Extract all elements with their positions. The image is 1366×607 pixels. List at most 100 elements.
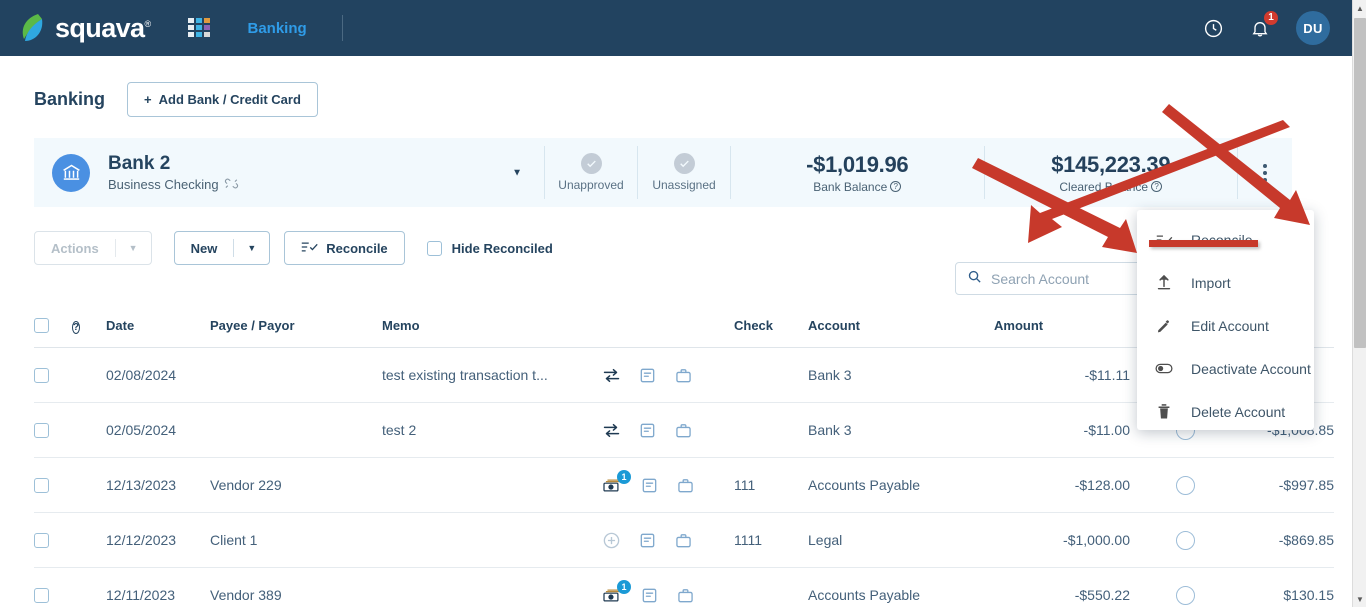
- column-header-payee[interactable]: Payee / Payor: [210, 318, 382, 348]
- row-balance: -$869.85: [1222, 513, 1334, 568]
- note-icon[interactable]: [638, 532, 657, 549]
- table-row[interactable]: 12/13/2023Vendor 2291111Accounts Payable…: [34, 458, 1334, 513]
- cleared-balance-label-row: Cleared Balance ?: [1059, 180, 1162, 194]
- column-header-icons: [602, 318, 734, 348]
- page-scrollbar[interactable]: ▲ ▼: [1352, 0, 1366, 607]
- account-name: Bank 2: [108, 152, 239, 176]
- brand-logo[interactable]: squava®: [18, 12, 151, 44]
- menu-item-edit-account[interactable]: Edit Account: [1137, 304, 1314, 347]
- row-checkbox[interactable]: [34, 588, 49, 603]
- question-icon[interactable]: ?: [72, 321, 80, 334]
- row-payee: Vendor 229: [210, 458, 382, 513]
- stat-unassigned[interactable]: Unassigned: [638, 138, 730, 207]
- row-check-number: [734, 568, 808, 607]
- row-select-cell[interactable]: [34, 458, 72, 513]
- briefcase-icon[interactable]: [674, 532, 693, 549]
- table-row[interactable]: 12/12/2023Client 11111Legal-$1,000.00-$8…: [34, 513, 1334, 568]
- plus-circle-icon[interactable]: [602, 531, 621, 550]
- row-select-cell[interactable]: [34, 513, 72, 568]
- menu-item-deactivate-account[interactable]: Deactivate Account: [1137, 347, 1314, 390]
- column-header-date[interactable]: Date: [106, 318, 210, 348]
- row-memo: [382, 458, 602, 513]
- icon-count-badge: 1: [617, 470, 631, 484]
- stat-unapproved-label: Unapproved: [558, 178, 623, 192]
- briefcase-icon[interactable]: [674, 422, 693, 439]
- plus-icon: +: [144, 92, 152, 107]
- briefcase-icon[interactable]: [676, 587, 695, 604]
- note-icon[interactable]: [640, 477, 659, 494]
- reconcile-label: Reconcile: [326, 241, 387, 256]
- money-icon[interactable]: 1: [602, 477, 623, 494]
- column-header-check[interactable]: Check: [734, 318, 808, 348]
- note-icon[interactable]: [640, 587, 659, 604]
- reconcile-toggle-circle[interactable]: [1176, 531, 1195, 550]
- stat-unassigned-label: Unassigned: [652, 178, 715, 192]
- new-button[interactable]: New ▼: [174, 231, 271, 265]
- row-icons-cell: [602, 513, 734, 568]
- brand-name: squava®: [55, 13, 151, 44]
- row-reconcile-cell[interactable]: [1148, 513, 1222, 568]
- row-checkbox[interactable]: [34, 423, 49, 438]
- apps-grid-icon[interactable]: [188, 18, 210, 38]
- note-icon[interactable]: [638, 422, 657, 439]
- scroll-up-arrow-icon[interactable]: ▲: [1353, 0, 1366, 16]
- hide-reconciled-checkbox[interactable]: Hide Reconciled: [427, 241, 553, 256]
- add-bank-credit-card-button[interactable]: + Add Bank / Credit Card: [127, 82, 318, 117]
- chevron-down-icon[interactable]: ▼: [234, 232, 269, 264]
- actions-button[interactable]: Actions ▼: [34, 231, 152, 265]
- transfer-icon[interactable]: [602, 367, 621, 384]
- broken-link-icon: [224, 177, 239, 193]
- row-reconcile-cell[interactable]: [1148, 458, 1222, 513]
- question-icon[interactable]: ?: [1151, 181, 1162, 192]
- clock-icon[interactable]: [1203, 18, 1224, 39]
- row-checkbox[interactable]: [34, 533, 49, 548]
- briefcase-icon[interactable]: [676, 477, 695, 494]
- row-date: 12/12/2023: [106, 513, 210, 568]
- stat-unapproved[interactable]: Unapproved: [545, 138, 637, 207]
- account-chevron-down-icon[interactable]: ▼: [512, 167, 522, 178]
- question-icon[interactable]: ?: [890, 181, 901, 192]
- row-select-cell[interactable]: [34, 568, 72, 607]
- checkbox-box[interactable]: [427, 241, 442, 256]
- row-checkbox[interactable]: [34, 368, 49, 383]
- row-memo: [382, 568, 602, 607]
- scroll-down-arrow-icon[interactable]: ▼: [1353, 591, 1366, 607]
- reconcile-toggle-circle[interactable]: [1176, 476, 1195, 495]
- row-select-cell[interactable]: [34, 403, 72, 458]
- select-all-header[interactable]: [34, 318, 72, 348]
- menu-item-label: Deactivate Account: [1191, 361, 1311, 377]
- menu-item-delete-account[interactable]: Delete Account: [1137, 390, 1314, 433]
- row-select-cell[interactable]: [34, 348, 72, 403]
- account-names: Bank 2 Business Checking: [108, 152, 239, 193]
- account-selector[interactable]: Bank 2 Business Checking ▼: [34, 138, 544, 207]
- money-icon[interactable]: 1: [602, 587, 623, 604]
- briefcase-icon[interactable]: [674, 367, 693, 384]
- column-header-amount[interactable]: Amount: [994, 318, 1148, 348]
- nav-right-cluster: 1 DU: [1203, 11, 1330, 45]
- scrollbar-thumb[interactable]: [1354, 18, 1366, 348]
- row-balance: -$997.85: [1222, 458, 1334, 513]
- row-checkbox[interactable]: [34, 478, 49, 493]
- reconcile-toggle-circle[interactable]: [1176, 586, 1195, 605]
- transfer-icon[interactable]: [602, 422, 621, 439]
- new-label: New: [175, 232, 234, 264]
- check-circle-icon: [674, 153, 695, 174]
- bell-icon[interactable]: 1: [1250, 18, 1270, 39]
- more-vertical-icon[interactable]: [1263, 164, 1267, 182]
- row-date: 02/05/2024: [106, 403, 210, 458]
- row-reconcile-cell[interactable]: [1148, 568, 1222, 607]
- menu-item-label: Edit Account: [1191, 318, 1269, 334]
- table-row[interactable]: 12/11/2023Vendor 3891Accounts Payable-$5…: [34, 568, 1334, 607]
- column-header-memo[interactable]: Memo: [382, 318, 602, 348]
- avatar[interactable]: DU: [1296, 11, 1330, 45]
- menu-item-import[interactable]: Import: [1137, 261, 1314, 304]
- nav-link-banking[interactable]: Banking: [248, 20, 307, 37]
- note-icon[interactable]: [638, 367, 657, 384]
- row-check-number: [734, 403, 808, 458]
- select-all-checkbox[interactable]: [34, 318, 49, 333]
- reconcile-button[interactable]: Reconcile: [284, 231, 404, 265]
- search-icon: [967, 269, 982, 289]
- add-bank-label: Add Bank / Credit Card: [159, 92, 301, 107]
- row-account: Accounts Payable: [808, 568, 994, 607]
- column-header-account[interactable]: Account: [808, 318, 994, 348]
